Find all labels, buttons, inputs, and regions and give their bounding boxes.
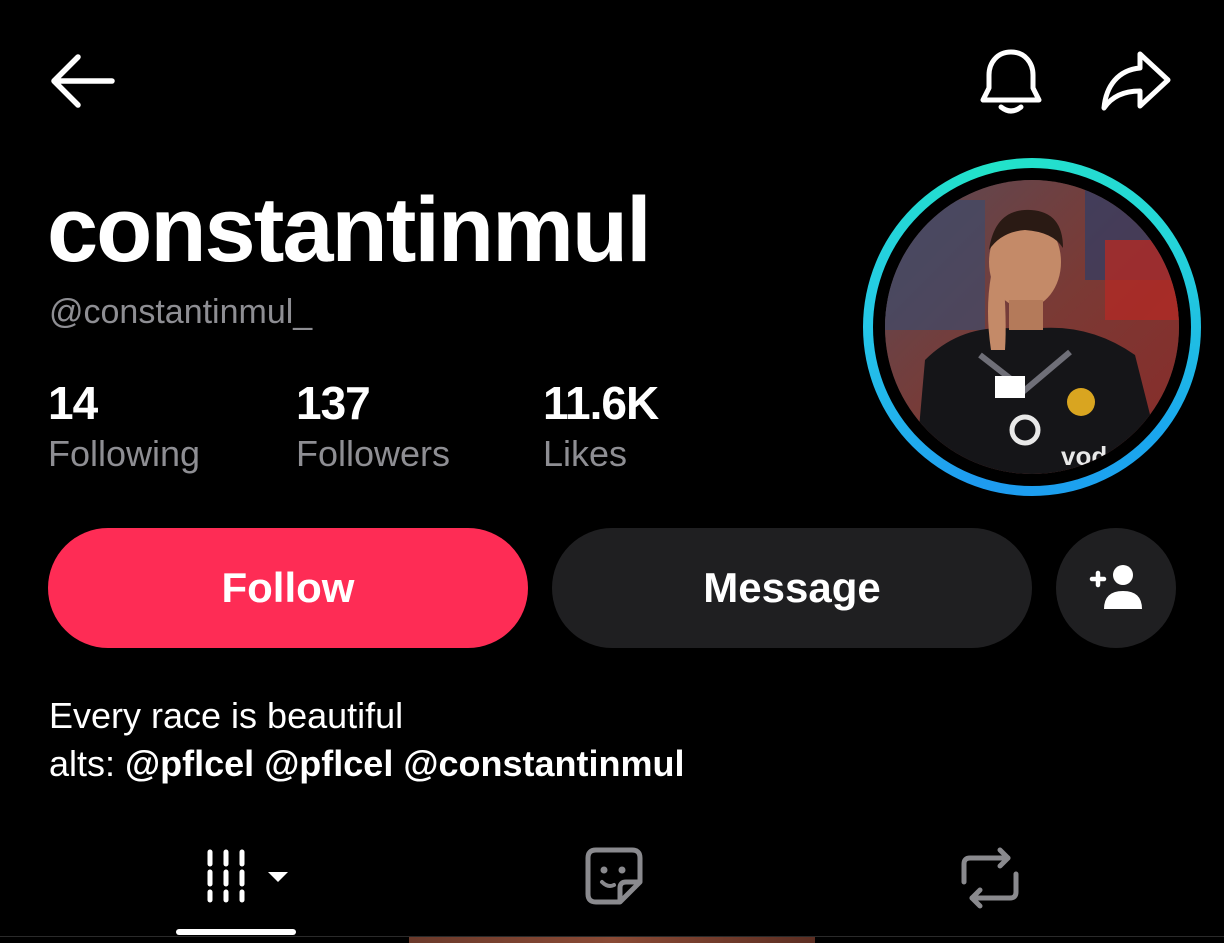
stat-followers[interactable]: 137 Followers [296,376,450,478]
videos-grid-icon [207,849,288,903]
tab-liked[interactable] [578,838,650,918]
followers-count: 137 [296,377,371,429]
tab-videos[interactable] [200,838,300,918]
selected-tab-indicator [176,929,296,935]
share-arrow-icon [1101,51,1171,111]
avatar-image: vodafone [885,180,1179,474]
bio-line-2: alts: @pflcel @pflcel @constantinmul [49,740,684,788]
video-thumbnail[interactable] [409,937,815,943]
message-button[interactable]: Message [552,528,1032,648]
following-label: Following [48,433,201,474]
followers-label: Followers [296,433,451,474]
add-friend-button[interactable] [1056,528,1176,648]
bio-line-1: Every race is beautiful [49,695,404,736]
profile-display-name: constantinmul [47,179,652,281]
stat-likes[interactable]: 11.6K Likes [543,376,659,478]
avatar-photo: vodafone [885,180,1179,474]
repost-icon [961,847,1019,909]
liked-sticker-icon [585,847,643,905]
back-button[interactable] [46,48,116,114]
profile-handle: @constantinmul_ [49,293,313,331]
tab-reposts[interactable] [950,838,1030,918]
bio-mention-link[interactable]: @pflcel [264,743,393,784]
likes-count: 11.6K [543,377,659,429]
add-person-icon [1089,565,1142,609]
avatar[interactable]: vodafone [863,158,1201,496]
stat-following[interactable]: 14 Following [48,376,200,478]
following-count: 14 [48,377,98,429]
share-button[interactable] [1098,46,1174,116]
bio-mention-link[interactable]: @pflcel [125,743,254,784]
follow-button[interactable]: Follow [48,528,528,648]
bell-icon [980,49,1042,114]
profile-bio: Every race is beautiful alts: @pflcel @p… [49,692,684,788]
bio-alts-prefix: alts: [49,743,126,784]
likes-label: Likes [543,433,628,474]
notification-bell-button[interactable] [975,44,1047,118]
chevron-down-icon [268,872,288,882]
bio-mention-link[interactable]: @constantinmul [403,743,684,784]
arrow-left-icon [51,54,115,108]
